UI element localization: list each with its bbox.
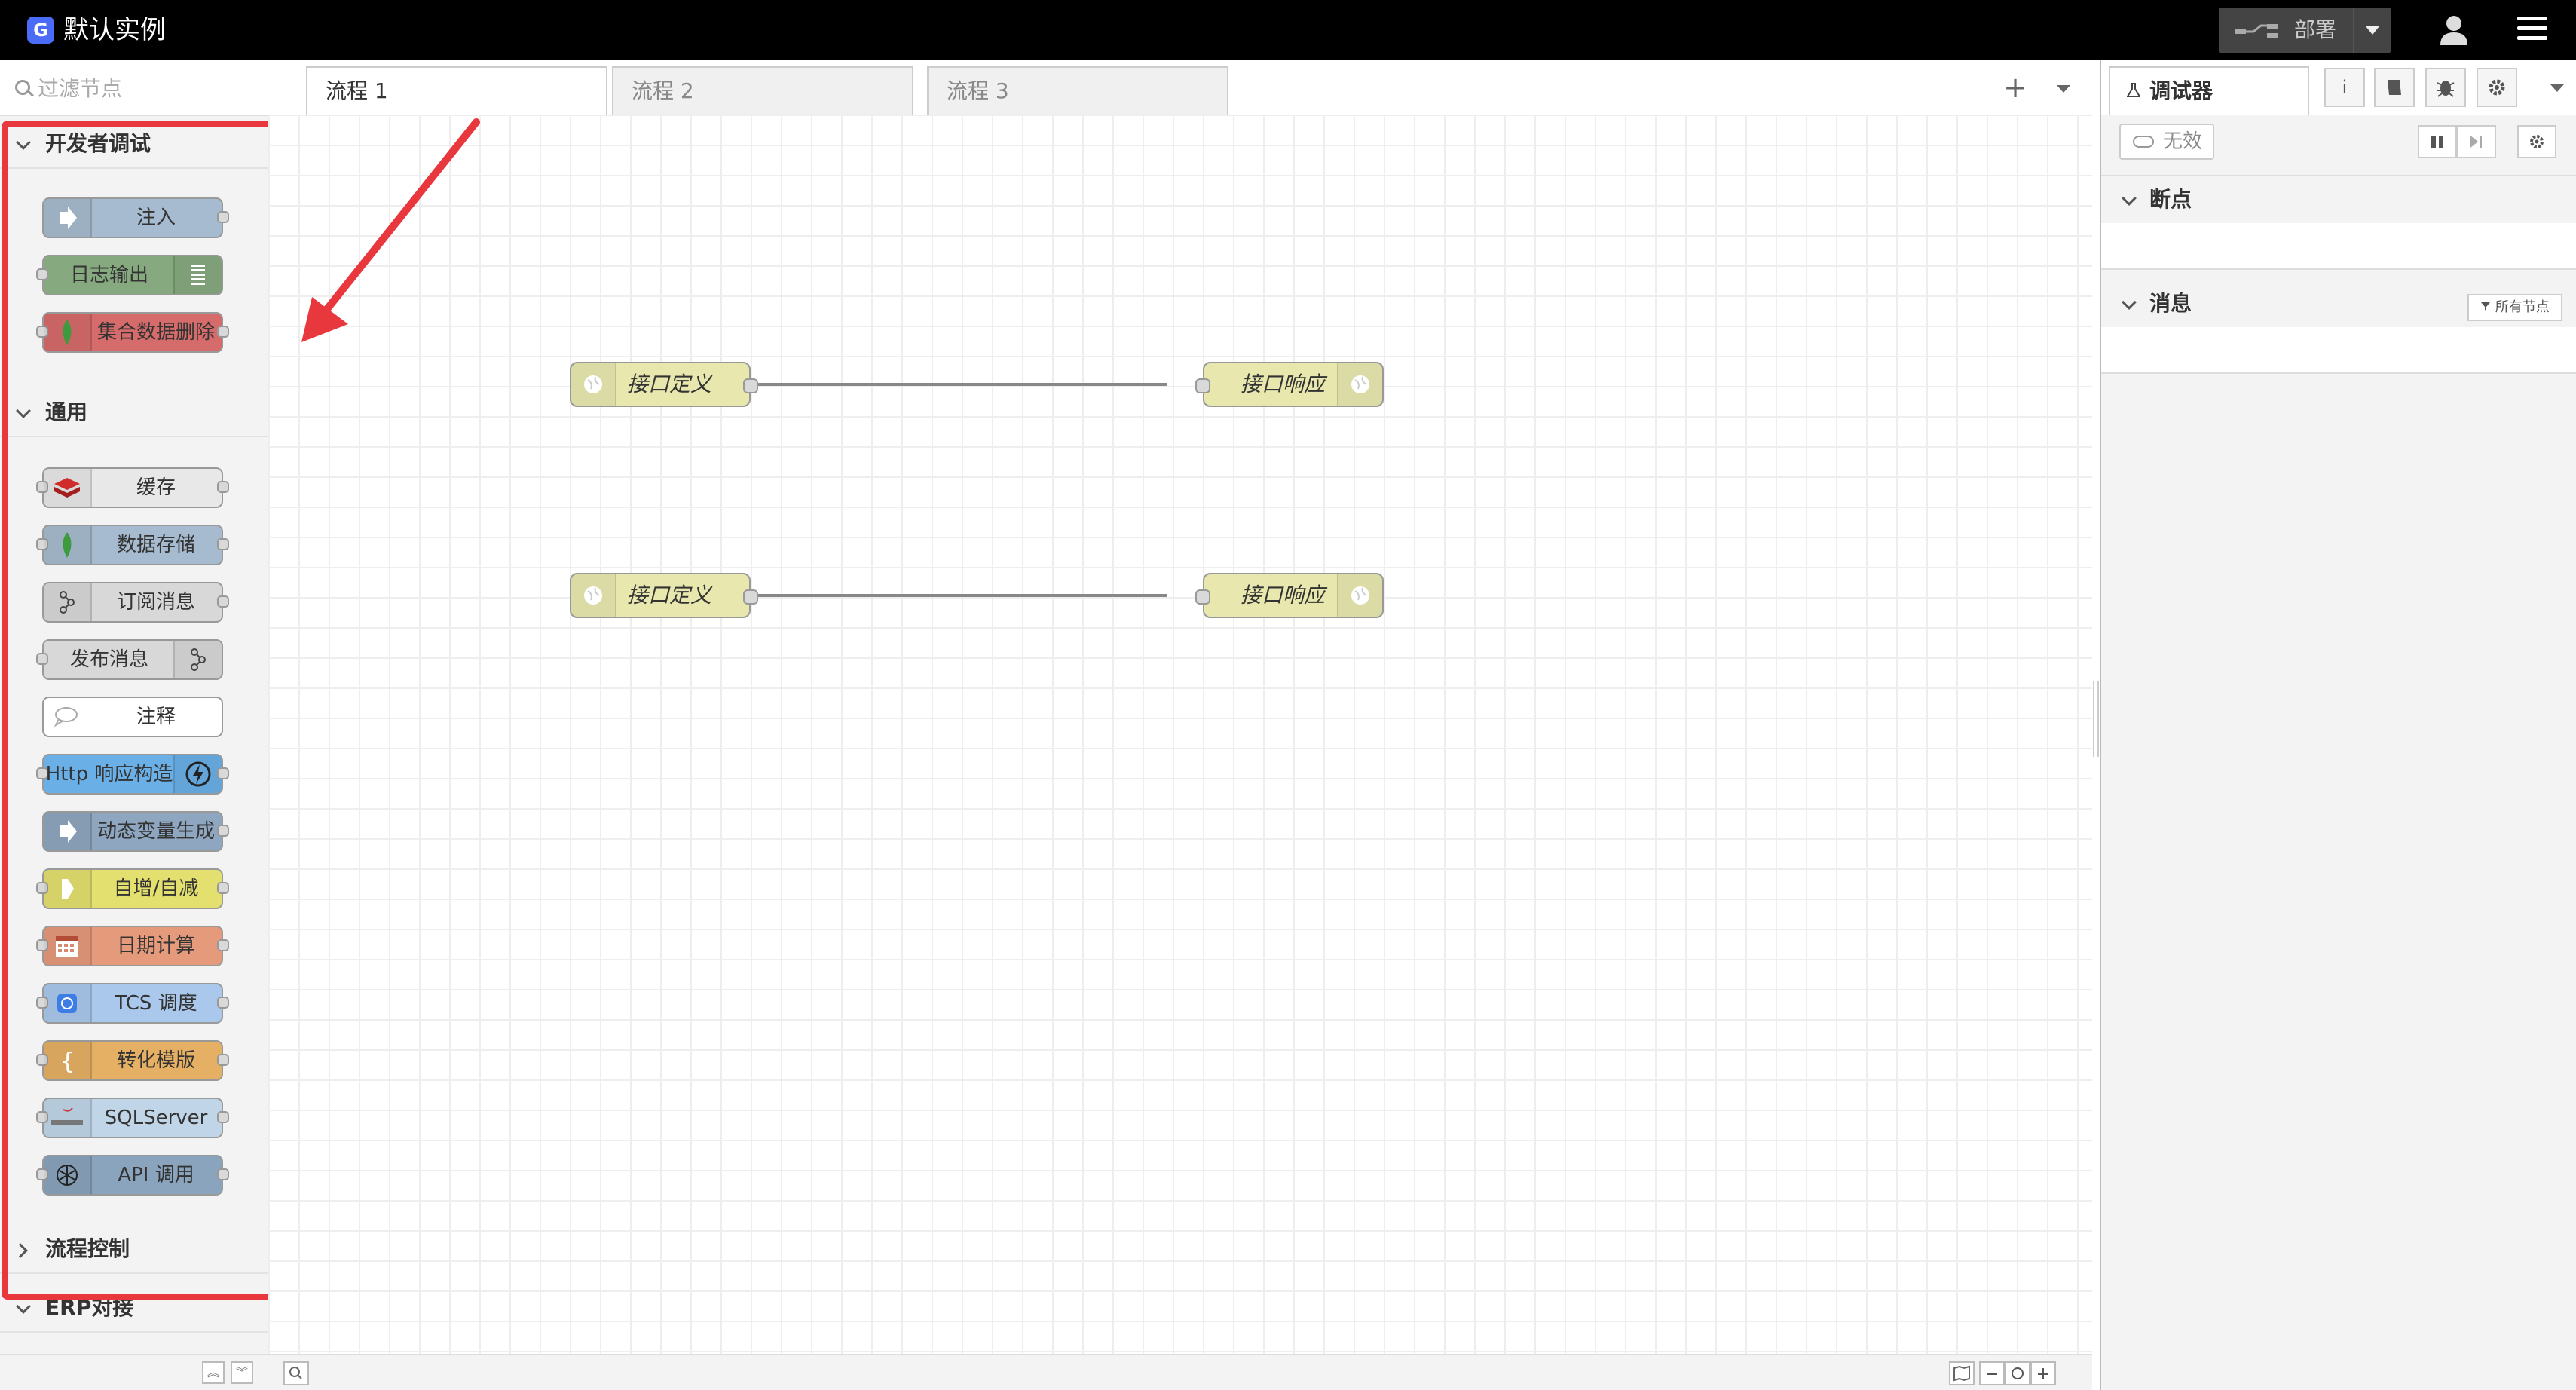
tab-debugger[interactable]: 调试器 <box>2109 66 2309 116</box>
breakpoints-section-header[interactable]: 断点 <box>2101 176 2576 225</box>
search-icon[interactable] <box>283 1361 309 1385</box>
sidebar: 调试器 i 无效 断点 消息 所有节点 <box>2100 60 2576 1390</box>
workspace-tab-bar: 流程 1 流程 2 流程 3 + <box>268 60 2092 116</box>
deploy-options-caret[interactable] <box>2353 8 2391 53</box>
zoom-reset-icon[interactable] <box>2005 1361 2030 1385</box>
globe-icon <box>571 574 616 617</box>
globe-icon <box>1337 574 1382 617</box>
node-label: 接口响应 <box>1241 372 1326 396</box>
palette-search <box>0 60 268 116</box>
flow-node-http-in[interactable]: 接口定义 <box>570 573 758 618</box>
flow-canvas[interactable]: 接口定义 接口响应 接口定义 接口响应 <box>268 115 2092 1354</box>
messages-section-header[interactable]: 消息 所有节点 <box>2101 280 2576 329</box>
flow-list-caret[interactable] <box>2047 71 2080 104</box>
wire[interactable] <box>754 383 1167 386</box>
user-icon[interactable] <box>2437 14 2470 47</box>
disable-toggle-button[interactable]: 无效 <box>2119 124 2214 160</box>
book-icon[interactable] <box>2374 68 2415 107</box>
wire[interactable] <box>754 594 1167 597</box>
pause-button[interactable] <box>2418 125 2457 158</box>
toggle-label: 无效 <box>2163 130 2203 153</box>
sidebar-tab-bar: 调试器 i <box>2101 60 2576 116</box>
highlight-box <box>2 121 279 1300</box>
node-label: 接口定义 <box>627 372 712 396</box>
zoom-out-icon[interactable] <box>1979 1361 2005 1385</box>
input-port[interactable] <box>1195 589 1210 605</box>
collapse-all-icon[interactable]: ︽ <box>202 1361 225 1384</box>
chevron-down-icon <box>16 1299 31 1314</box>
deploy-button[interactable]: 部署 <box>2219 8 2391 53</box>
tab-flow-3[interactable]: 流程 3 <box>927 66 1228 115</box>
section-label: 断点 <box>2149 187 2192 212</box>
globe-icon <box>571 363 616 406</box>
tab-label: 流程 2 <box>632 78 694 103</box>
workspace: 流程 1 流程 2 流程 3 + 接口定义 接口响应 接口定义 接口响应 <box>268 60 2092 1390</box>
section-label: 消息 <box>2149 291 2192 316</box>
deploy-icon <box>2235 24 2278 38</box>
tab-flow-1[interactable]: 流程 1 <box>306 66 607 116</box>
search-icon <box>15 80 30 95</box>
annotation-arrow <box>301 118 480 342</box>
output-port[interactable] <box>743 589 758 605</box>
messages-list <box>2101 327 2576 374</box>
toggle-icon <box>2133 136 2154 148</box>
gear-icon[interactable] <box>2517 125 2556 158</box>
flow-node-http-response[interactable]: 接口响应 <box>1195 573 1384 618</box>
filter-all-nodes-button[interactable]: 所有节点 <box>2467 294 2562 321</box>
chevron-down-icon <box>2122 191 2137 206</box>
app-header: G 默认实例 部署 <box>0 0 2576 60</box>
input-port[interactable] <box>1195 378 1210 393</box>
step-button[interactable] <box>2457 125 2496 158</box>
chevron-down-icon <box>2122 295 2137 310</box>
sidebar-tabs-caret[interactable] <box>2546 78 2568 101</box>
gear-icon[interactable] <box>2477 68 2517 107</box>
flask-icon <box>2127 83 2140 97</box>
sidebar-resize-handle[interactable] <box>2092 60 2100 1390</box>
expand-all-icon[interactable]: ︾ <box>231 1361 253 1384</box>
zoom-in-icon[interactable] <box>2030 1361 2056 1385</box>
globe-icon <box>1337 363 1382 406</box>
node-label: 接口响应 <box>1241 583 1326 608</box>
flow-node-http-response[interactable]: 接口响应 <box>1195 362 1384 407</box>
tab-label: 流程 1 <box>326 78 388 103</box>
tab-flow-2[interactable]: 流程 2 <box>612 66 913 115</box>
deploy-label: 部署 <box>2294 17 2337 42</box>
filter-label: 所有节点 <box>2495 299 2550 315</box>
output-port[interactable] <box>743 378 758 393</box>
main-menu-icon[interactable] <box>2517 17 2547 44</box>
tab-label: 流程 3 <box>947 78 1009 103</box>
app-logo: G <box>27 17 54 44</box>
workspace-footer <box>268 1354 2092 1390</box>
map-icon[interactable] <box>1949 1361 1975 1385</box>
info-icon[interactable]: i <box>2324 68 2365 107</box>
tab-label: 调试器 <box>2149 78 2213 103</box>
flow-node-http-in[interactable]: 接口定义 <box>570 362 758 407</box>
breakpoints-list <box>2101 223 2576 270</box>
filter-icon <box>2481 302 2491 311</box>
node-label: 接口定义 <box>627 583 712 608</box>
palette-filter-input[interactable] <box>36 72 258 104</box>
app-title: 默认实例 <box>63 15 166 45</box>
palette-footer: ︽ ︾ <box>0 1354 268 1390</box>
bug-icon[interactable] <box>2425 68 2466 107</box>
add-flow-button[interactable]: + <box>1999 71 2032 104</box>
